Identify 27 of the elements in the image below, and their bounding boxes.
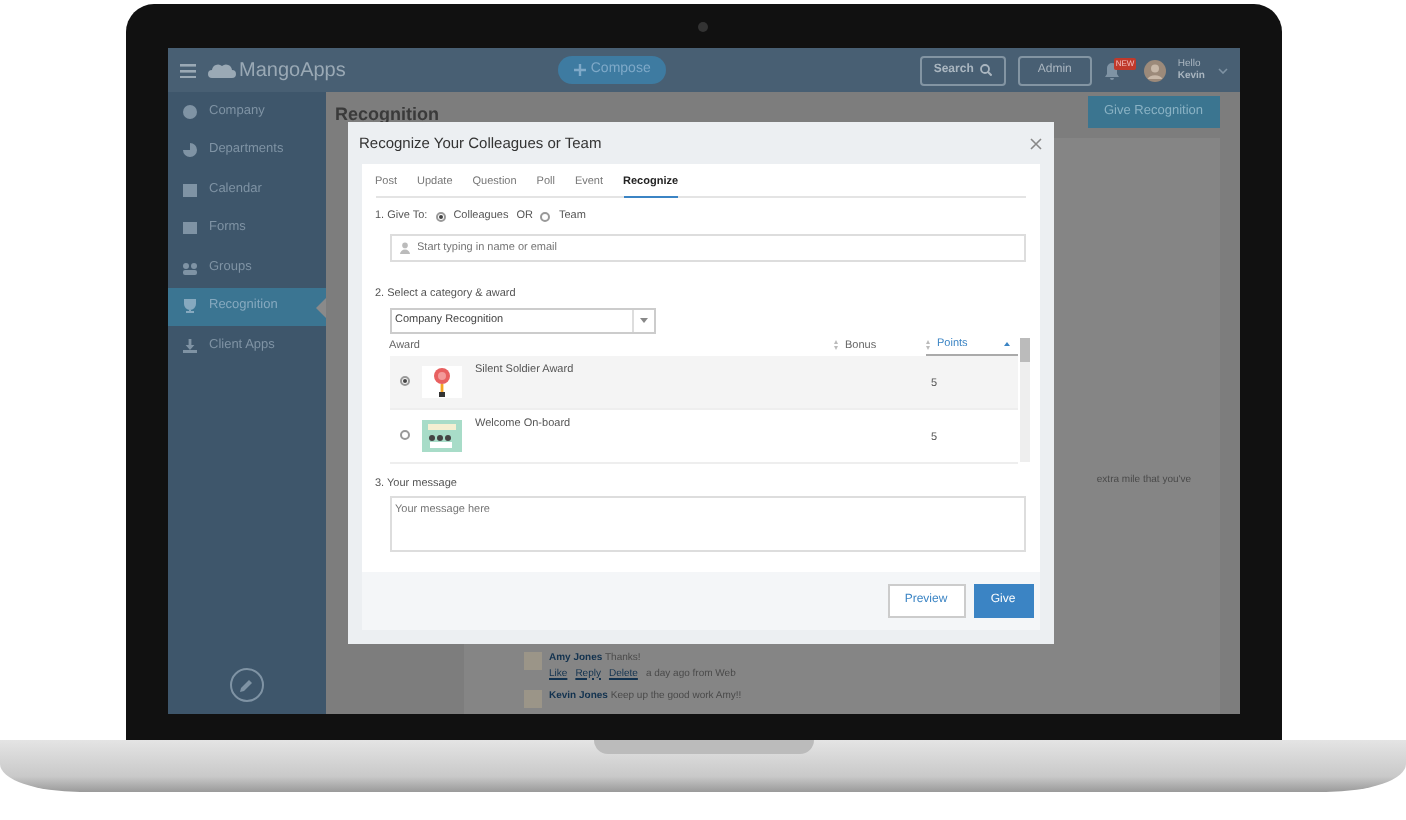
trophy-icon (181, 298, 197, 315)
avatar-icon (1143, 59, 1166, 81)
pie-chart-icon (181, 142, 197, 159)
sort-up-icon (1003, 342, 1009, 347)
radio-button[interactable] (399, 376, 409, 387)
bell-icon (1103, 61, 1120, 79)
scrollbar[interactable] (1019, 337, 1029, 462)
user-icon (399, 241, 409, 253)
app-name: MangoApps (239, 57, 346, 85)
download-icon (181, 337, 197, 354)
medal-drawing (421, 365, 461, 398)
close-button[interactable] (1029, 137, 1041, 149)
search-icon (979, 64, 992, 76)
page-title: Recognition (335, 102, 439, 128)
plus-icon (574, 64, 587, 76)
close-icon (1029, 137, 1041, 149)
group-icon (181, 259, 197, 276)
camera-icon (697, 22, 707, 32)
radio-button[interactable] (399, 430, 409, 441)
logo-icon (207, 61, 235, 79)
welcome-banner-drawing (421, 419, 461, 452)
menu-button[interactable] (179, 63, 195, 77)
edit-button[interactable] (229, 668, 263, 702)
caret-down-icon (639, 317, 647, 324)
chevron-down-icon (1217, 67, 1227, 73)
pencil-icon (238, 677, 254, 693)
menu-icon (179, 63, 195, 77)
